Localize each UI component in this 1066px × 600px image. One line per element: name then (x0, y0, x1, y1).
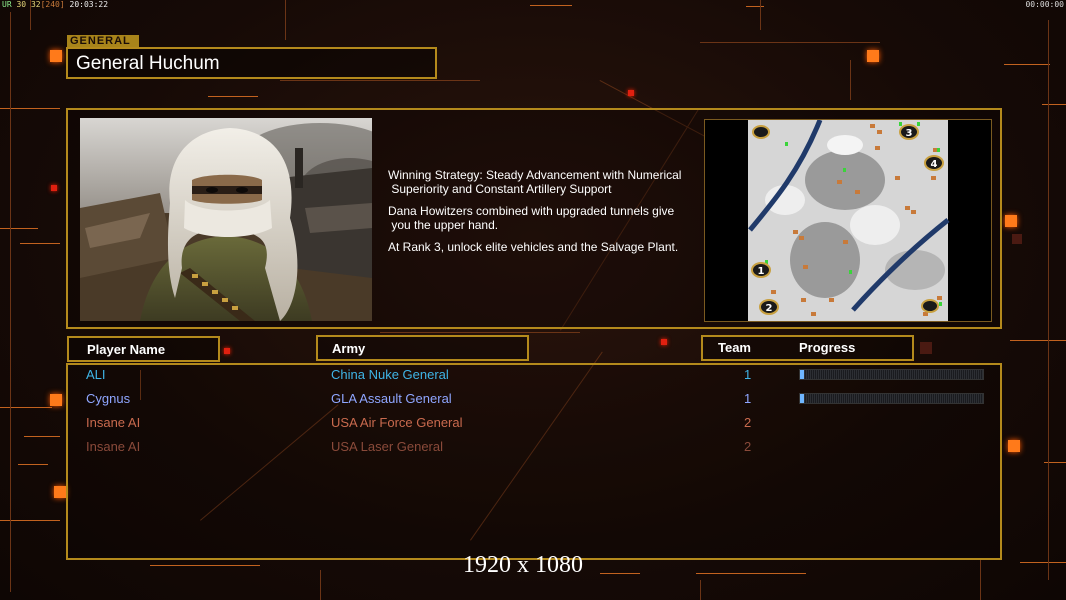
player-name: Insane AI (86, 439, 141, 454)
player-army: GLA Assault General (331, 391, 452, 406)
player-team: 1 (744, 367, 752, 382)
player-army: USA Air Force General (331, 415, 463, 430)
player-team: 2 (744, 415, 752, 430)
start-position-1[interactable]: 1 (758, 266, 765, 277)
general-portrait-image (80, 118, 372, 321)
start-position-3[interactable]: 3 (906, 128, 913, 139)
map-preview[interactable]: 1 2 3 4 (704, 119, 992, 322)
rank-text: At Rank 3, unlock elite vehicles and the… (388, 240, 679, 254)
general-name-box: General Huchum (66, 47, 437, 79)
general-name: General Huchum (76, 53, 220, 74)
strategy-text: Winning Strategy: Steady Advancement wit… (388, 168, 682, 196)
general-description: Winning Strategy: Steady Advancement wit… (388, 168, 698, 262)
player-army: China Nuke General (331, 367, 449, 382)
game-timer: 00:00:00 (1025, 0, 1064, 9)
general-info-panel: Winning Strategy: Steady Advancement wit… (66, 108, 1002, 329)
player-name-header: Player Name (67, 336, 220, 362)
player-team: 1 (744, 391, 752, 406)
player-army: USA Laser General (331, 439, 444, 454)
player-name: ALI (86, 367, 106, 382)
resolution-label: 1920 x 1080 (463, 552, 583, 578)
start-position-4[interactable]: 4 (931, 159, 938, 170)
progress-bar (799, 393, 984, 404)
fps-counter: UR 30 32[240] 20:03:22 (2, 0, 109, 9)
progress-header: Progress (799, 340, 856, 355)
army-header: Army (316, 335, 529, 361)
player-name: Cygnus (86, 391, 131, 406)
player-name: Insane AI (86, 415, 141, 430)
team-progress-header: Team Progress (701, 335, 914, 361)
progress-bar (799, 369, 984, 380)
tip-text: Dana Howitzers combined with upgraded tu… (388, 204, 675, 232)
team-header: Team (718, 340, 751, 355)
start-position-2[interactable]: 2 (766, 303, 773, 314)
player-team: 2 (744, 439, 752, 454)
players-panel: ALI China Nuke General 1 Cygnus GLA Assa… (66, 363, 1002, 560)
